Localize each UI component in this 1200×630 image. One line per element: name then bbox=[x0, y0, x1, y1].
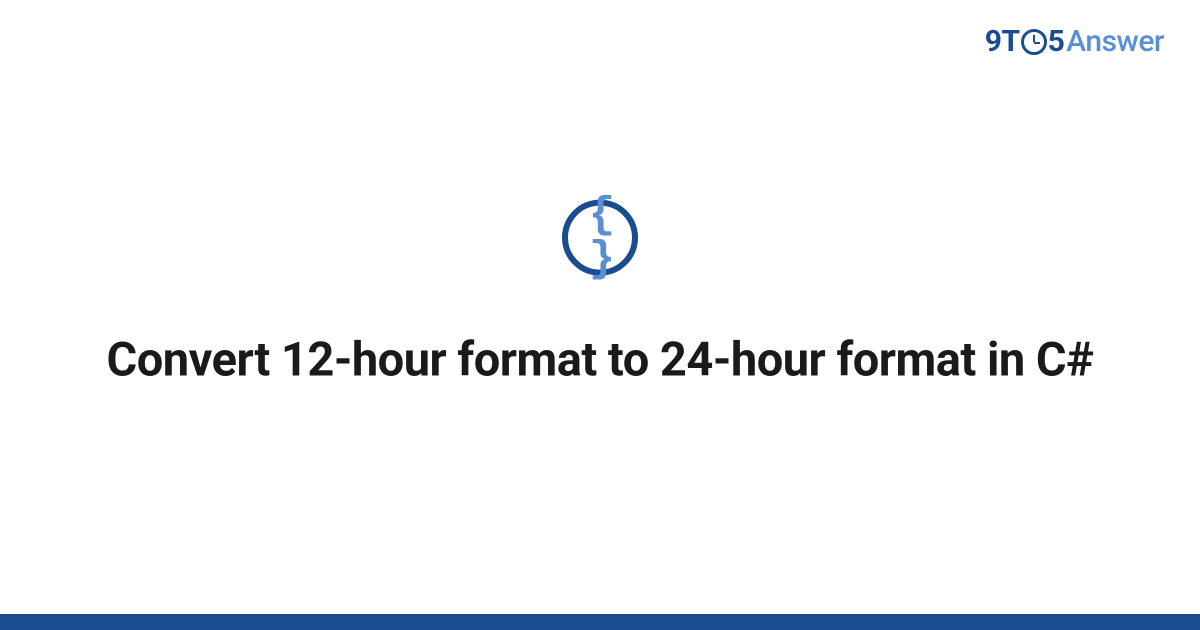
page-title: Convert 12-hour format to 24-hour format… bbox=[60, 332, 1140, 391]
logo-text-9t: 9T bbox=[985, 24, 1020, 59]
category-icon-container: { } bbox=[562, 200, 638, 276]
footer-accent-bar bbox=[0, 614, 1200, 630]
code-braces-icon: { } bbox=[568, 194, 632, 282]
logo-text-5: 5 bbox=[1048, 24, 1065, 59]
clock-icon bbox=[1021, 29, 1047, 55]
logo-text-answer: Answer bbox=[1066, 24, 1164, 59]
site-logo: 9T 5 Answer bbox=[985, 24, 1164, 59]
main-content: { } Convert 12-hour format to 24-hour fo… bbox=[0, 200, 1200, 391]
